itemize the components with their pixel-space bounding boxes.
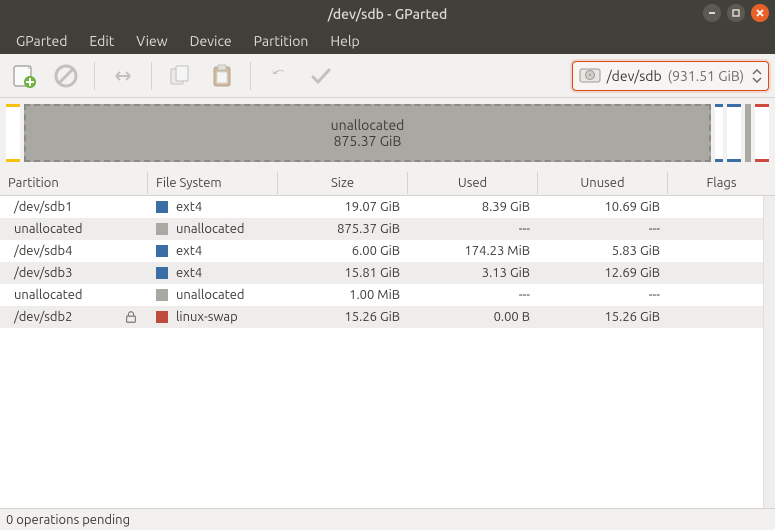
table-row[interactable]: unallocatedunallocated875.37 GiB------ [0,218,763,240]
close-button[interactable] [751,4,769,22]
cell-used: --- [408,284,538,306]
harddisk-icon [579,67,601,85]
chevron-up-icon [752,69,762,75]
cell-unused: 12.69 GiB [538,262,668,284]
col-header-partition[interactable]: Partition [0,172,148,194]
fs-swatch [156,311,168,323]
cell-unused: 10.69 GiB [538,196,668,218]
scrollbar[interactable] [763,196,775,508]
cell-used: --- [408,218,538,240]
cell-size: 15.81 GiB [278,262,408,284]
cell-flags [668,218,763,240]
copy-button [162,58,198,94]
cell-size: 6.00 GiB [278,240,408,262]
window-title: /dev/sdb - GParted [0,6,775,22]
col-header-used[interactable]: Used [408,172,538,194]
cell-partition: /dev/sdb3 [0,262,148,284]
cell-used: 3.13 GiB [408,262,538,284]
table-row[interactable]: /dev/sdb2linux-swap15.26 GiB0.00 B15.26 … [0,306,763,328]
cell-used: 174.23 MiB [408,240,538,262]
cell-size: 19.07 GiB [278,196,408,218]
col-header-unused[interactable]: Unused [538,172,668,194]
table-header: Partition File System Size Used Unused F… [0,170,775,196]
apply-button [303,58,339,94]
minimize-button[interactable] [703,4,721,22]
disk-seg-sdb2[interactable] [755,104,769,162]
cell-partition: /dev/sdb2 [0,306,148,328]
cell-size: 875.37 GiB [278,218,408,240]
statusbar: 0 operations pending [0,508,775,530]
disk-bar: unallocated 875.37 GiB [0,98,775,170]
cell-filesystem: ext4 [148,240,278,262]
cell-filesystem: unallocated [148,218,278,240]
lock-icon [124,310,138,324]
cell-size: 15.26 GiB [278,306,408,328]
cell-partition: /dev/sdb1 [0,196,148,218]
fs-swatch [156,201,168,213]
table-row[interactable]: /dev/sdb1ext419.07 GiB8.39 GiB10.69 GiB [0,196,763,218]
delete-partition-button [48,58,84,94]
menu-edit[interactable]: Edit [79,30,124,52]
menu-gparted[interactable]: GParted [6,30,77,52]
col-header-flags[interactable]: Flags [668,172,775,194]
disk-seg-sdb4[interactable] [715,104,723,162]
disk-seg-sdb1[interactable] [6,104,20,162]
device-selector[interactable]: /dev/sdb (931.51 GiB) [572,61,769,91]
device-name: /dev/sdb [607,68,662,84]
device-spinner[interactable] [752,69,762,83]
disk-seg-label: unallocated [331,117,405,133]
cell-flags [668,240,763,262]
fs-swatch [156,223,168,235]
resize-move-button [105,58,141,94]
menu-view[interactable]: View [126,30,177,52]
disk-seg-sdb3[interactable] [727,104,741,162]
menu-device[interactable]: Device [180,30,242,52]
cell-flags [668,284,763,306]
maximize-button[interactable] [727,4,745,22]
cell-unused: --- [538,218,668,240]
cell-flags [668,262,763,284]
menu-help[interactable]: Help [320,30,369,52]
cell-unused: --- [538,284,668,306]
cell-partition: unallocated [0,284,148,306]
cell-unused: 15.26 GiB [538,306,668,328]
cell-filesystem: unallocated [148,284,278,306]
disk-seg-size: 875.37 GiB [334,133,402,149]
cell-partition: unallocated [0,218,148,240]
table-body: /dev/sdb1ext419.07 GiB8.39 GiB10.69 GiBu… [0,196,763,508]
cell-partition: /dev/sdb4 [0,240,148,262]
cell-used: 8.39 GiB [408,196,538,218]
menu-partition[interactable]: Partition [244,30,319,52]
status-text: 0 operations pending [6,513,130,527]
col-header-filesystem[interactable]: File System [148,172,278,194]
col-header-size[interactable]: Size [278,172,408,194]
paste-button [204,58,240,94]
table-row[interactable]: unallocatedunallocated1.00 MiB------ [0,284,763,306]
chevron-down-icon [752,77,762,83]
cell-used: 0.00 B [408,306,538,328]
cell-size: 1.00 MiB [278,284,408,306]
partition-table: Partition File System Size Used Unused F… [0,170,775,508]
cell-unused: 5.83 GiB [538,240,668,262]
table-row[interactable]: /dev/sdb4ext46.00 GiB174.23 MiB5.83 GiB [0,240,763,262]
menubar: GParted Edit View Device Partition Help [0,27,775,54]
cell-flags [668,306,763,328]
toolbar: /dev/sdb (931.51 GiB) [0,54,775,98]
undo-button [261,58,297,94]
fs-swatch [156,245,168,257]
fs-swatch [156,289,168,301]
disk-seg-unallocated-small[interactable] [745,104,751,162]
cell-filesystem: ext4 [148,196,278,218]
cell-flags [668,196,763,218]
titlebar: /dev/sdb - GParted [0,0,775,27]
new-partition-button[interactable] [6,58,42,94]
cell-filesystem: ext4 [148,262,278,284]
cell-filesystem: linux-swap [148,306,278,328]
disk-seg-unallocated[interactable]: unallocated 875.37 GiB [24,104,711,162]
table-row[interactable]: /dev/sdb3ext415.81 GiB3.13 GiB12.69 GiB [0,262,763,284]
fs-swatch [156,267,168,279]
device-size: (931.51 GiB) [668,68,744,84]
